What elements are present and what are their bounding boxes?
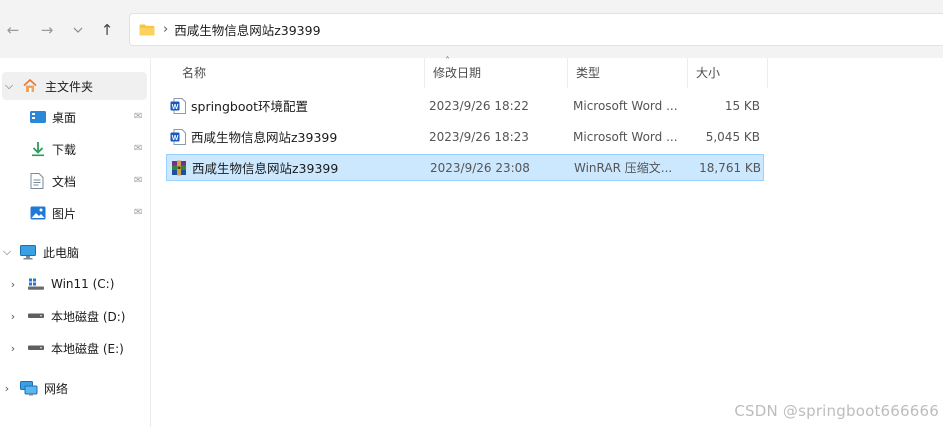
address-toolbar: ← → ↑ › 西咸生物信息网站z39399: [0, 0, 943, 58]
watermark: CSDN @springboot666666: [734, 402, 939, 420]
forward-button[interactable]: →: [36, 19, 58, 41]
nav-label-network: 网络: [44, 381, 69, 396]
computer-icon: [20, 244, 36, 259]
nav-label-downloads: 下载: [52, 142, 77, 157]
arrow-left-icon: ←: [6, 21, 20, 39]
file-size: 18,761 KB: [699, 160, 761, 175]
column-headers: ˄ 名称 修改日期 类型 大小: [151, 56, 943, 88]
nav-item-this-pc[interactable]: ⌵ 此电脑: [2, 238, 79, 266]
file-date: 2023/9/26 18:23: [429, 129, 529, 144]
system-drive-icon: [28, 278, 44, 290]
nav-label-home: 主文件夹: [45, 79, 94, 94]
chevron-right-icon[interactable]: ›: [8, 310, 18, 323]
nav-item-drive-c[interactable]: › Win11 (C:): [8, 270, 115, 298]
header-name[interactable]: 名称: [173, 58, 425, 88]
back-button[interactable]: ←: [2, 19, 24, 41]
recent-locations-button[interactable]: [67, 19, 89, 41]
word-doc-icon: W: [170, 128, 186, 145]
file-size: 5,045 KB: [705, 129, 760, 144]
pin-icon: ✉: [134, 207, 143, 218]
nav-item-desktop[interactable]: 桌面: [30, 103, 76, 131]
file-name: springboot环境配置: [191, 99, 309, 114]
chevron-right-icon[interactable]: ›: [2, 382, 12, 395]
home-icon: [23, 78, 37, 92]
file-size: 15 KB: [724, 98, 760, 113]
word-doc-icon: W: [170, 97, 186, 114]
chevron-right-icon[interactable]: ›: [8, 342, 18, 355]
nav-item-network[interactable]: › 网络: [2, 374, 68, 402]
document-icon: [30, 173, 44, 189]
header-size[interactable]: 大小: [688, 58, 768, 88]
pin-icon: ✉: [134, 175, 143, 186]
file-type: Microsoft Word ...: [573, 98, 678, 113]
nav-item-downloads[interactable]: 下载: [30, 135, 76, 163]
nav-item-drive-e[interactable]: › 本地磁盘 (E:): [8, 334, 124, 362]
arrow-up-icon: ↑: [100, 21, 114, 39]
file-name: 西咸生物信息网站z39399: [191, 130, 338, 145]
folder-icon: [139, 23, 155, 36]
file-row[interactable]: W springboot环境配置 2023/9/26 18:22 Microso…: [166, 92, 764, 119]
file-row[interactable]: W 西咸生物信息网站z39399 2023/9/26 18:23 Microso…: [166, 123, 764, 150]
download-icon: [32, 142, 44, 157]
file-type: Microsoft Word ...: [573, 129, 678, 144]
network-icon: [20, 380, 38, 395]
nav-item-home[interactable]: ⌵ 主文件夹: [2, 72, 147, 100]
picture-icon: [30, 206, 46, 220]
nav-item-pictures[interactable]: 图片: [30, 199, 76, 227]
nav-label-drive-e: 本地磁盘 (E:): [51, 341, 124, 356]
svg-text:W: W: [172, 134, 179, 141]
svg-text:W: W: [172, 103, 179, 110]
header-date-modified[interactable]: 修改日期: [425, 58, 568, 88]
file-name: 西咸生物信息网站z39399: [192, 161, 339, 176]
chevron-down-icon[interactable]: ⌵: [2, 245, 12, 259]
chevron-down-icon: [73, 27, 83, 33]
nav-label-drive-c: Win11 (C:): [51, 277, 115, 291]
chevron-right-icon[interactable]: ›: [8, 278, 18, 291]
hard-drive-icon: [28, 313, 44, 318]
pin-icon: ✉: [134, 143, 143, 154]
nav-label-documents: 文档: [52, 174, 77, 189]
chevron-down-icon[interactable]: ⌵: [4, 79, 14, 93]
up-button[interactable]: ↑: [96, 19, 118, 41]
nav-item-documents[interactable]: 文档: [30, 167, 76, 195]
file-type: WinRAR 压缩文...: [574, 161, 673, 175]
breadcrumb-chevron-icon: ›: [163, 22, 169, 37]
breadcrumb-current[interactable]: 西咸生物信息网站z39399: [174, 20, 320, 39]
nav-label-pictures: 图片: [52, 206, 77, 221]
nav-label-this-pc: 此电脑: [43, 245, 80, 260]
file-row-selected[interactable]: 西咸生物信息网站z39399 2023/9/26 23:08 WinRAR 压缩…: [166, 154, 764, 181]
desktop-icon: [30, 110, 46, 123]
navigation-pane: ⌵ 主文件夹 桌面 ✉ 下载 ✉ 文档 ✉ 图片 ✉ ⌵ 此电脑 › Win11…: [0, 58, 151, 427]
nav-label-desktop: 桌面: [52, 110, 77, 125]
nav-label-drive-d: 本地磁盘 (D:): [51, 309, 126, 324]
pin-icon: ✉: [134, 111, 143, 122]
arrow-right-icon: →: [40, 21, 54, 39]
address-bar[interactable]: › 西咸生物信息网站z39399: [129, 13, 943, 46]
winrar-archive-icon: [172, 160, 186, 175]
file-date: 2023/9/26 18:22: [429, 98, 529, 113]
file-date: 2023/9/26 23:08: [430, 160, 530, 175]
hard-drive-icon: [28, 345, 44, 350]
header-type[interactable]: 类型: [568, 58, 688, 88]
nav-item-drive-d[interactable]: › 本地磁盘 (D:): [8, 302, 126, 330]
